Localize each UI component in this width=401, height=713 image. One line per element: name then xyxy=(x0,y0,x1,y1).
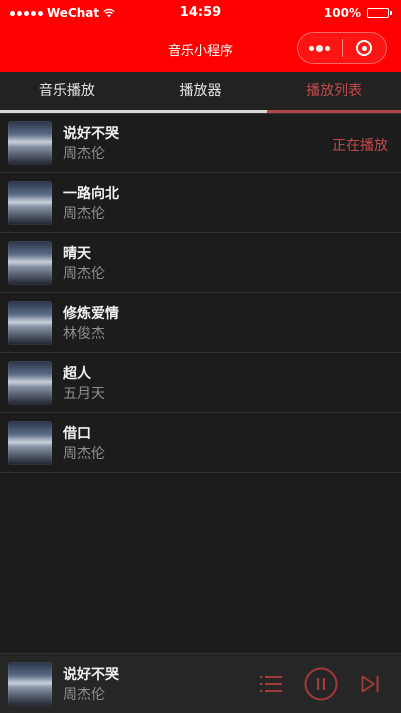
more-icon[interactable] xyxy=(298,33,342,63)
playlist: 说好不哭 周杰伦 正在播放 一路向北 周杰伦 晴天 周杰伦 修炼爱情 林俊杰 超… xyxy=(0,113,401,473)
song-artist: 周杰伦 xyxy=(63,266,105,282)
battery-icon xyxy=(367,8,392,18)
pause-icon[interactable] xyxy=(303,654,339,713)
song-title: 说好不哭 xyxy=(63,126,119,142)
mini-player[interactable]: 说好不哭 周杰伦 xyxy=(0,653,401,713)
navigation-bar: 音乐小程序 xyxy=(0,26,401,72)
next-icon[interactable] xyxy=(356,654,386,713)
player-song-title: 说好不哭 xyxy=(63,667,119,683)
song-artist: 周杰伦 xyxy=(63,446,105,462)
song-title: 修炼爱情 xyxy=(63,306,119,322)
album-cover xyxy=(8,181,52,225)
list-item[interactable]: 修炼爱情 林俊杰 xyxy=(0,293,401,353)
close-icon[interactable] xyxy=(342,33,386,63)
song-title: 超人 xyxy=(63,366,91,382)
song-title: 晴天 xyxy=(63,246,91,262)
battery-percent: 100% xyxy=(323,6,361,20)
list-item[interactable]: 超人 五月天 xyxy=(0,353,401,413)
song-artist: 周杰伦 xyxy=(63,146,105,162)
album-cover xyxy=(8,241,52,285)
now-playing-label: 正在播放 xyxy=(332,138,388,154)
album-cover xyxy=(8,361,52,405)
song-artist: 林俊杰 xyxy=(63,326,105,342)
list-item[interactable]: 一路向北 周杰伦 xyxy=(0,173,401,233)
song-artist: 周杰伦 xyxy=(63,206,105,222)
status-right: 100% xyxy=(323,5,392,21)
song-artist: 五月天 xyxy=(63,386,105,402)
song-title: 一路向北 xyxy=(63,186,119,202)
tab-bar: 音乐播放 播放器 播放列表 xyxy=(0,72,401,114)
album-cover xyxy=(8,421,52,465)
mini-program-capsule xyxy=(297,32,387,64)
album-cover xyxy=(8,301,52,345)
tab-player[interactable]: 播放器 xyxy=(134,72,268,113)
list-item[interactable]: 借口 周杰伦 xyxy=(0,413,401,473)
list-item[interactable]: 晴天 周杰伦 xyxy=(0,233,401,293)
tab-music-play[interactable]: 音乐播放 xyxy=(0,72,134,113)
status-bar: WeChat 14:59 100% xyxy=(0,0,401,26)
tab-playlist[interactable]: 播放列表 xyxy=(267,72,401,113)
list-item[interactable]: 说好不哭 周杰伦 正在播放 xyxy=(0,113,401,173)
app-window: WeChat 14:59 100% 音乐小程序 音乐播放 播放器 播放列表 说好… xyxy=(0,0,401,713)
player-song-artist: 周杰伦 xyxy=(63,687,105,703)
album-cover xyxy=(8,121,52,165)
player-album-cover[interactable] xyxy=(8,662,52,706)
song-title: 借口 xyxy=(63,426,91,442)
playlist-icon[interactable] xyxy=(256,654,286,713)
